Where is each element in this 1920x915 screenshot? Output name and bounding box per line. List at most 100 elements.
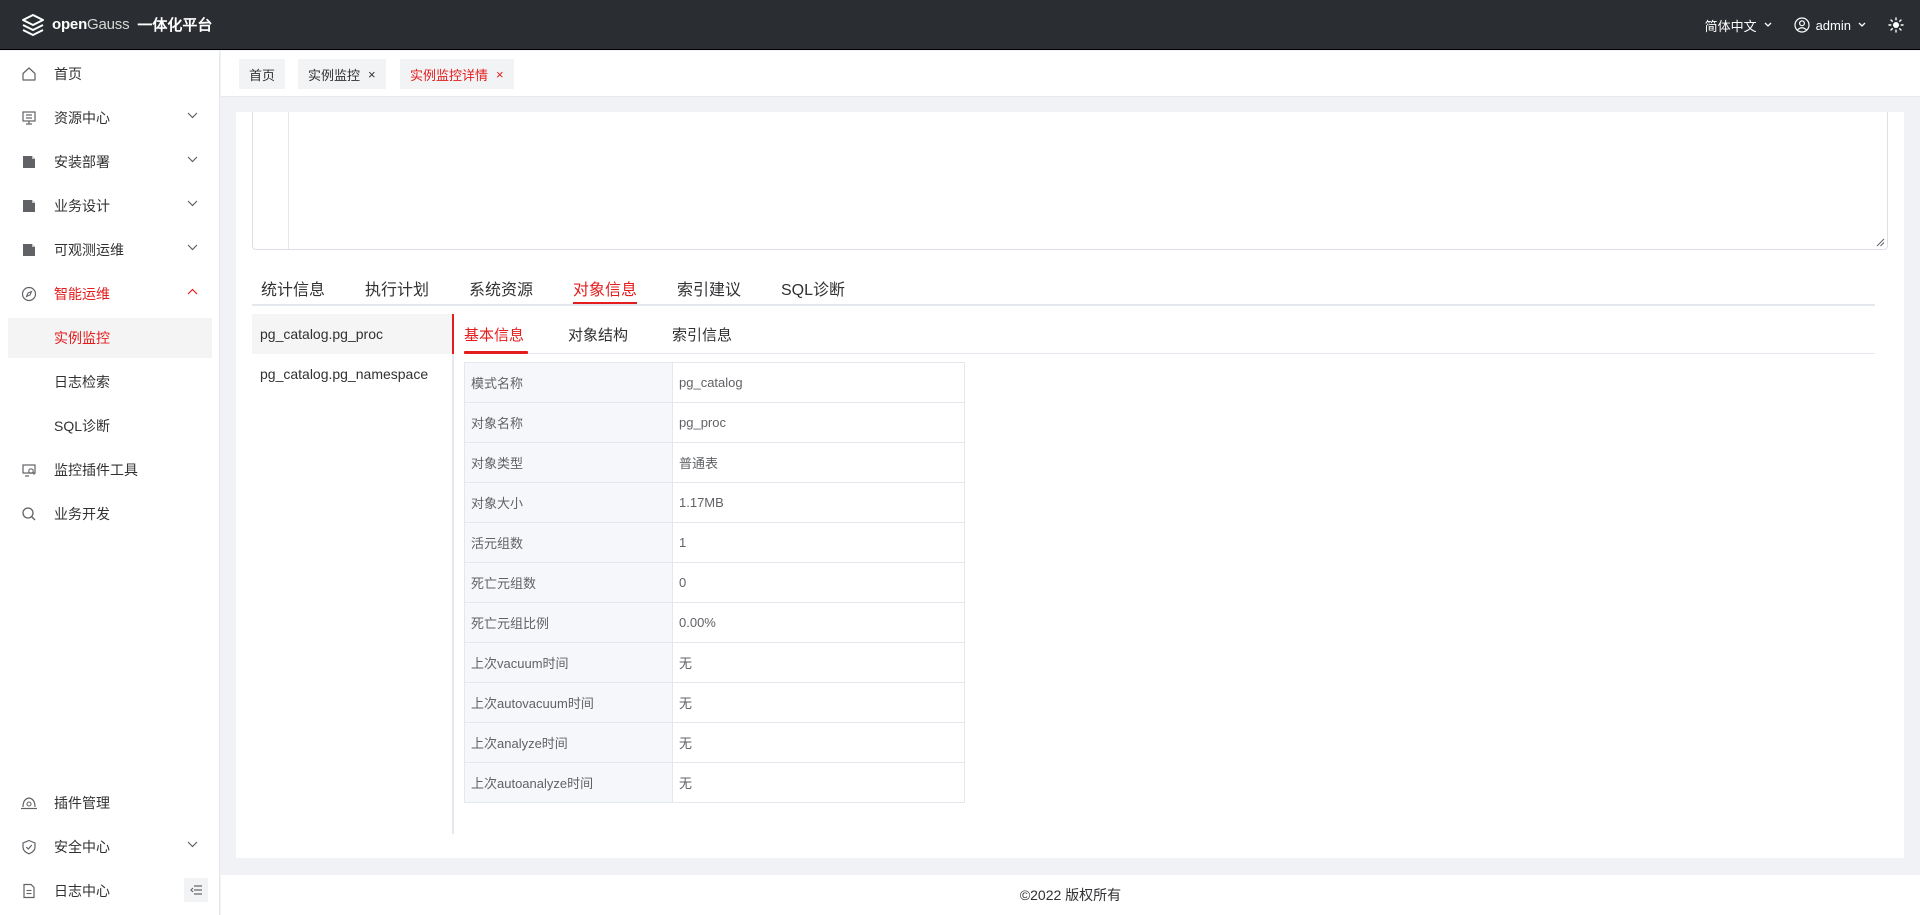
theme-toggle[interactable] xyxy=(1888,17,1904,33)
sidebar-item-label: 首页 xyxy=(54,66,82,82)
sidebar-item-label: 智能运维 xyxy=(54,286,110,302)
info-key: 死亡元组数 xyxy=(464,562,673,603)
sidebar-item-monitor-plugin-tools[interactable]: 监控插件工具 xyxy=(8,450,212,490)
table-row: 死亡元组数 0 xyxy=(464,562,965,603)
user-menu[interactable]: admin xyxy=(1793,17,1866,33)
sidebar-item-log-center[interactable]: 日志中心 xyxy=(8,871,212,911)
sidebar-sub-log-search[interactable]: 日志检索 xyxy=(8,362,212,402)
tag-home[interactable]: 首页 xyxy=(239,59,286,89)
chevron-down-icon xyxy=(187,244,198,251)
table-row: 模式名称 pg_catalog xyxy=(464,362,965,403)
chevron-down-icon xyxy=(1858,22,1866,27)
sidebar-item-business-design[interactable]: 业务设计 xyxy=(8,186,212,226)
sidebar-sub-instance-monitor[interactable]: 实例监控 xyxy=(8,318,212,358)
tag-label: 首页 xyxy=(249,67,276,83)
object-active-indicator xyxy=(452,314,454,354)
collapse-menu-icon xyxy=(190,885,202,895)
sidebar-item-business-dev[interactable]: 业务开发 xyxy=(8,494,212,534)
tab-system-resources[interactable]: 系统资源 xyxy=(469,276,533,300)
copyright-text: ©2022 版权所有 xyxy=(1019,887,1122,903)
table-row: 上次vacuum时间无 xyxy=(464,642,965,683)
observe-icon xyxy=(20,241,38,259)
sidebar-item-label: 插件管理 xyxy=(54,795,110,811)
table-row: 对象名称 pg_proc xyxy=(464,402,965,443)
chevron-up-icon xyxy=(187,288,198,295)
active-subtab-indicator xyxy=(464,351,528,354)
sidebar-item-label: 可观测运维 xyxy=(54,242,124,258)
user-name: admin xyxy=(1815,17,1851,33)
info-value: 1 xyxy=(672,522,965,563)
log-icon xyxy=(20,882,38,900)
table-row: 对象大小 1.17MB xyxy=(464,482,965,523)
table-row: 上次analyze时间无 xyxy=(464,722,965,763)
sidebar-item-home[interactable]: 首页 xyxy=(8,54,212,94)
info-value: 无 xyxy=(672,642,965,683)
home-icon xyxy=(20,65,38,83)
tab-basic-info[interactable]: 基本信息 xyxy=(464,324,524,345)
info-value: 无 xyxy=(672,682,965,723)
tag-instance-monitor[interactable]: 实例监控 × xyxy=(298,59,386,89)
sidebar: 首页 资源中心 安装部署 业务设计 可观测运维 智能运维 实例监控 日志检索 S… xyxy=(0,51,220,915)
plugin-icon xyxy=(20,794,38,812)
info-value: 普通表 xyxy=(672,442,965,483)
shield-icon xyxy=(20,838,38,856)
sidebar-item-label: 日志中心 xyxy=(54,883,110,899)
table-row: 上次autovacuum时间无 xyxy=(464,682,965,723)
info-key: 上次analyze时间 xyxy=(464,722,673,763)
info-value: 1.17MB xyxy=(672,482,965,523)
table-row: 对象类型 普通表 xyxy=(464,442,965,483)
brand-name: openGauss xyxy=(52,16,130,33)
resize-grip-icon[interactable] xyxy=(1876,238,1885,247)
info-value: 无 xyxy=(672,722,965,763)
object-list: pg_catalog.pg_proc pg_catalog.pg_namespa… xyxy=(252,314,452,834)
info-key: 上次autovacuum时间 xyxy=(464,682,673,723)
page-footer: ©2022 版权所有 xyxy=(221,875,1920,915)
object-list-divider xyxy=(452,314,454,834)
tab-index-info[interactable]: 索引信息 xyxy=(672,324,732,345)
object-item[interactable]: pg_catalog.pg_proc xyxy=(252,314,452,354)
sidebar-item-resource-center[interactable]: 资源中心 xyxy=(8,98,212,138)
language-switcher[interactable]: 简体中文 xyxy=(1705,16,1772,35)
sql-textarea[interactable] xyxy=(252,112,1888,250)
info-key: 上次vacuum时间 xyxy=(464,642,673,683)
sidebar-collapse-button[interactable] xyxy=(184,878,208,902)
main-card: 统计信息 执行计划 系统资源 对象信息 索引建议 SQL诊断 pg_catalo… xyxy=(236,112,1904,858)
sidebar-sub-sql-diagnosis[interactable]: SQL诊断 xyxy=(8,406,212,446)
sidebar-item-label: 业务设计 xyxy=(54,198,110,214)
tab-object-structure[interactable]: 对象结构 xyxy=(568,324,628,345)
info-key: 活元组数 xyxy=(464,522,673,563)
tab-object-info[interactable]: 对象信息 xyxy=(573,276,637,300)
search-icon xyxy=(20,505,38,523)
sidebar-item-plugin-management[interactable]: 插件管理 xyxy=(8,783,212,823)
tab-execution-plan[interactable]: 执行计划 xyxy=(365,276,429,300)
basic-info-table: 模式名称 pg_catalog 对象名称 pg_proc 对象类型 普通表 对象大小 1… xyxy=(464,362,965,803)
sidebar-item-observability[interactable]: 可观测运维 xyxy=(8,230,212,270)
sidebar-item-label: 资源中心 xyxy=(54,110,110,126)
info-key: 对象名称 xyxy=(464,402,673,443)
tab-statistics[interactable]: 统计信息 xyxy=(261,276,325,300)
sidebar-item-label: 监控插件工具 xyxy=(54,462,138,478)
table-row: 死亡元组比例 0.00% xyxy=(464,602,965,643)
table-row: 上次autoanalyze时间无 xyxy=(464,762,965,803)
info-value: pg_proc xyxy=(672,402,965,443)
app-logo[interactable]: openGauss 一体化平台 xyxy=(0,12,212,38)
tag-label: 实例监控 xyxy=(308,67,361,83)
object-item[interactable]: pg_catalog.pg_namespace xyxy=(252,354,452,394)
chevron-down-icon xyxy=(187,200,198,207)
info-key: 上次autoanalyze时间 xyxy=(464,762,673,803)
line-number-gutter xyxy=(253,112,289,249)
tag-instance-monitor-detail[interactable]: 实例监控详情 × xyxy=(400,59,514,89)
tab-index-advice[interactable]: 索引建议 xyxy=(677,276,741,300)
sidebar-item-security-center[interactable]: 安全中心 xyxy=(8,827,212,867)
info-value: 无 xyxy=(672,762,965,803)
top-header: openGauss 一体化平台 简体中文 admin xyxy=(0,0,1920,50)
sidebar-item-install-deploy[interactable]: 安装部署 xyxy=(8,142,212,182)
sidebar-item-smart-ops[interactable]: 智能运维 xyxy=(8,274,212,314)
info-value: 0 xyxy=(672,562,965,603)
design-icon xyxy=(20,197,38,215)
main-tabs: 统计信息 执行计划 系统资源 对象信息 索引建议 SQL诊断 xyxy=(252,272,1875,306)
tab-sql-diagnosis[interactable]: SQL诊断 xyxy=(781,276,845,300)
install-icon xyxy=(20,153,38,171)
close-icon[interactable]: × xyxy=(496,67,504,82)
close-icon[interactable]: × xyxy=(368,67,376,82)
